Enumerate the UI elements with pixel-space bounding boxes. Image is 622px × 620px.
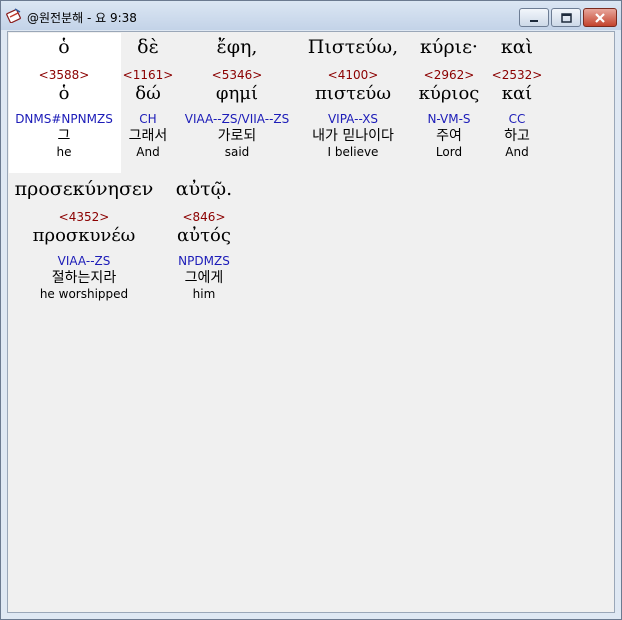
morphology-code[interactable]: N-VM-S — [412, 111, 486, 127]
english-gloss: I believe — [327, 145, 379, 159]
window-title: @원전분해 - 요 9:38 — [27, 11, 137, 25]
korean-gloss: 그래서 — [128, 128, 168, 144]
korean-gloss: 하고 — [504, 128, 530, 144]
lemma: φημί — [215, 83, 259, 104]
lemma: αὐτός — [177, 225, 231, 246]
close-button[interactable] — [583, 8, 617, 27]
strong-number[interactable]: <1161> — [118, 68, 178, 82]
morphology-code[interactable]: DNMS#NPNMZS — [8, 111, 120, 127]
greek-word: κύριε· — [420, 36, 478, 58]
morphology-code[interactable]: CC — [488, 111, 546, 127]
strong-number[interactable]: <2962> — [412, 68, 486, 82]
korean-gloss: 내가 믿나이다 — [312, 128, 394, 144]
morphology-code[interactable]: VIPA--XS — [298, 111, 408, 127]
english-gloss: And — [505, 145, 529, 159]
strong-number[interactable]: <4352> — [8, 210, 160, 224]
minimize-button[interactable] — [519, 8, 549, 27]
word-block[interactable]: προσεκύνησεν <4352> προσκυνέω VIAA--ZS 절… — [8, 176, 160, 302]
word-block[interactable]: αὐτῷ. <846> αὐτός NPDMZS 그에게 him — [164, 176, 244, 302]
minimize-icon — [529, 8, 539, 27]
strong-number[interactable]: <4100> — [298, 68, 408, 82]
korean-gloss: 그에게 — [184, 270, 224, 286]
english-gloss: said — [224, 145, 250, 159]
lemma: ὁ — [58, 83, 70, 104]
word-block[interactable]: καὶ <2532> καί CC 하고 And — [488, 34, 546, 160]
maximize-button[interactable] — [551, 8, 581, 27]
greek-word: προσεκύνησεν — [14, 178, 154, 200]
greek-word: ἔφη, — [216, 36, 258, 58]
word-block[interactable]: κύριε· <2962> κύριος N-VM-S 주여 Lord — [412, 34, 486, 160]
app-window: @원전분해 - 요 9:38 ὁ <3588> ὁ DNMS#NPNMZS 그 … — [0, 0, 622, 620]
korean-gloss: 절하는지라 — [51, 270, 117, 286]
title-bar[interactable]: @원전분해 - 요 9:38 — [1, 1, 621, 30]
korean-gloss: 주여 — [436, 128, 462, 144]
morphology-code[interactable]: VIAA--ZS/VIIA--ZS — [180, 111, 294, 127]
morphology-code[interactable]: CH — [118, 111, 178, 127]
strong-number[interactable]: <3588> — [8, 68, 120, 82]
english-gloss: Lord — [435, 145, 463, 159]
korean-gloss: 가로되 — [217, 128, 257, 144]
greek-word: ὁ — [58, 36, 70, 58]
word-block[interactable]: δὲ <1161> δώ CH 그래서 And — [118, 34, 178, 160]
strong-number[interactable]: <846> — [164, 210, 244, 224]
lemma: προσκυνέω — [32, 225, 136, 246]
lemma: πιστεύω — [314, 83, 392, 104]
interlinear-panel[interactable]: ὁ <3588> ὁ DNMS#NPNMZS 그 he δὲ <1161> δώ… — [7, 31, 615, 613]
strong-number[interactable]: <2532> — [488, 68, 546, 82]
lemma: καί — [501, 83, 533, 104]
word-block[interactable]: Πιστεύω, <4100> πιστεύω VIPA--XS 내가 믿나이다… — [298, 34, 408, 160]
bible-app-icon[interactable] — [6, 7, 22, 24]
greek-word: καὶ — [500, 36, 534, 58]
word-block[interactable]: ἔφη, <5346> φημί VIAA--ZS/VIIA--ZS 가로되 s… — [180, 34, 294, 160]
english-gloss: him — [192, 287, 216, 301]
close-icon — [594, 8, 606, 27]
lemma: δώ — [135, 83, 161, 104]
lemma: κύριος — [418, 83, 480, 104]
greek-word: δὲ — [137, 36, 159, 58]
morphology-code[interactable]: VIAA--ZS — [8, 253, 160, 269]
english-gloss: he — [56, 145, 72, 159]
greek-word: αὐτῷ. — [175, 178, 233, 200]
greek-word: Πιστεύω, — [307, 36, 399, 58]
word-block[interactable]: ὁ <3588> ὁ DNMS#NPNMZS 그 he — [8, 34, 120, 160]
english-gloss: And — [136, 145, 160, 159]
english-gloss: he worshipped — [39, 287, 129, 301]
maximize-icon — [560, 8, 572, 27]
strong-number[interactable]: <5346> — [180, 68, 294, 82]
korean-gloss: 그 — [57, 128, 71, 144]
morphology-code[interactable]: NPDMZS — [164, 253, 244, 269]
